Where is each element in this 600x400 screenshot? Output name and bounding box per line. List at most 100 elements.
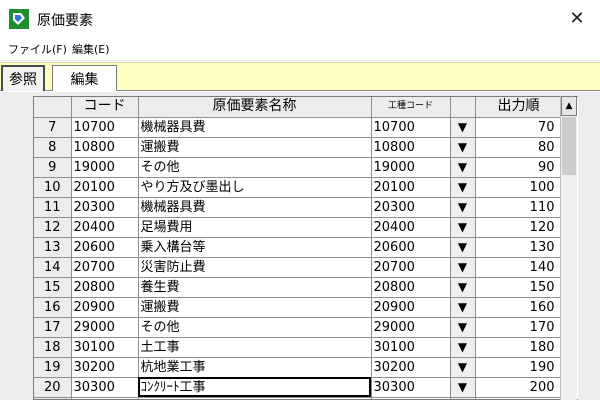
code-cell[interactable]: 30100 [71, 337, 139, 358]
dropdown-button[interactable]: ▼ [450, 257, 476, 278]
table-row[interactable]: 12 20400 足場費用 20400 ▼ 120 [34, 217, 563, 238]
output-order-cell[interactable]: 190 [475, 357, 563, 378]
dropdown-button[interactable]: ▼ [450, 177, 476, 198]
code-cell[interactable]: 20100 [71, 177, 139, 198]
menu-file[interactable]: ファイル(F) [8, 41, 67, 57]
dropdown-button[interactable]: ▼ [450, 277, 476, 298]
output-order-cell[interactable]: 80 [475, 137, 563, 158]
name-cell[interactable]: ｺﾝｸﾘｰﾄ工事 [138, 377, 372, 398]
engineering-code-cell[interactable]: 20900 [371, 297, 451, 318]
engineering-code-cell[interactable]: 10800 [371, 137, 451, 158]
engineering-code-cell[interactable]: 20400 [371, 217, 451, 238]
scroll-up-button[interactable]: ▲ [561, 96, 577, 116]
name-cell[interactable]: 乗入構台等 [138, 237, 372, 258]
output-order-cell[interactable]: 200 [475, 377, 563, 398]
name-cell[interactable]: 運搬費 [138, 137, 372, 158]
name-cell[interactable]: やり方及び墨出し [138, 177, 372, 198]
header-code[interactable]: コード [71, 97, 139, 118]
dropdown-button[interactable]: ▼ [450, 317, 476, 338]
dropdown-button[interactable]: ▼ [450, 377, 476, 398]
name-cell[interactable]: その他 [138, 157, 372, 178]
name-cell[interactable]: 機械器具費 [138, 197, 372, 218]
code-cell[interactable]: 20300 [71, 197, 139, 218]
engineering-code-cell[interactable]: 30300 [371, 377, 451, 398]
code-cell[interactable]: 20800 [71, 277, 139, 298]
output-order-cell[interactable]: 90 [475, 157, 563, 178]
row-number: 13 [34, 237, 72, 258]
scroll-thumb[interactable] [562, 117, 576, 175]
output-order-cell[interactable]: 180 [475, 337, 563, 358]
engineering-code-cell[interactable]: 20800 [371, 277, 451, 298]
code-cell[interactable]: 19000 [71, 157, 139, 178]
table-row[interactable]: 11 20300 機械器具費 20300 ▼ 110 [34, 197, 563, 218]
dropdown-button[interactable]: ▼ [450, 217, 476, 238]
table-row[interactable]: 13 20600 乗入構台等 20600 ▼ 130 [34, 237, 563, 258]
code-cell[interactable]: 30200 [71, 357, 139, 378]
table-row[interactable]: 7 10700 機械器具費 10700 ▼ 70 [34, 117, 563, 138]
engineering-code-cell[interactable]: 30100 [371, 337, 451, 358]
name-cell[interactable]: 足場費用 [138, 217, 372, 238]
name-cell[interactable]: 杭地業工事 [138, 357, 372, 378]
dropdown-button[interactable]: ▼ [450, 357, 476, 378]
table-row[interactable]: 20 30300 ｺﾝｸﾘｰﾄ工事 30300 ▼ 200 [34, 377, 563, 398]
table-row[interactable]: 10 20100 やり方及び墨出し 20100 ▼ 100 [34, 177, 563, 198]
engineering-code-cell[interactable]: 20100 [371, 177, 451, 198]
menu-edit[interactable]: 編集(E) [72, 41, 110, 57]
output-order-cell[interactable]: 160 [475, 297, 563, 318]
close-button[interactable]: ✕ [554, 0, 600, 37]
code-cell[interactable]: 20400 [71, 217, 139, 238]
tab-edit[interactable]: 編集 [52, 65, 117, 91]
dropdown-button[interactable]: ▼ [450, 197, 476, 218]
name-cell[interactable]: 運搬費 [138, 297, 372, 318]
vertical-scrollbar[interactable]: ▲ [560, 96, 577, 400]
engineering-code-cell[interactable]: 20700 [371, 257, 451, 278]
header-order[interactable]: 出力順 [475, 97, 563, 118]
dropdown-button[interactable]: ▼ [450, 117, 476, 138]
engineering-code-cell[interactable]: 30200 [371, 357, 451, 378]
dropdown-arrow-icon: ▼ [457, 239, 468, 254]
table-row[interactable]: 8 10800 運搬費 10800 ▼ 80 [34, 137, 563, 158]
code-cell[interactable]: 20600 [71, 237, 139, 258]
output-order-cell[interactable]: 100 [475, 177, 563, 198]
engineering-code-cell[interactable]: 10700 [371, 117, 451, 138]
output-order-cell[interactable]: 120 [475, 217, 563, 238]
name-cell[interactable]: 災害防止費 [138, 257, 372, 278]
table-row[interactable]: 15 20800 養生費 20800 ▼ 150 [34, 277, 563, 298]
table-row[interactable]: 16 20900 運搬費 20900 ▼ 160 [34, 297, 563, 318]
code-cell[interactable]: 10700 [71, 117, 139, 138]
code-cell[interactable]: 20900 [71, 297, 139, 318]
row-number: 14 [34, 257, 72, 278]
header-ecode[interactable]: 工種コード [371, 97, 451, 118]
engineering-code-cell[interactable]: 20600 [371, 237, 451, 258]
output-order-cell[interactable]: 130 [475, 237, 563, 258]
table-row[interactable]: 9 19000 その他 19000 ▼ 90 [34, 157, 563, 178]
name-cell[interactable]: その他 [138, 317, 372, 338]
code-cell[interactable]: 10800 [71, 137, 139, 158]
code-cell[interactable]: 29000 [71, 317, 139, 338]
header-name[interactable]: 原価要素名称 [138, 97, 372, 118]
engineering-code-cell[interactable]: 20300 [371, 197, 451, 218]
code-cell[interactable]: 20700 [71, 257, 139, 278]
output-order-cell[interactable]: 170 [475, 317, 563, 338]
dropdown-button[interactable]: ▼ [450, 137, 476, 158]
name-cell[interactable]: 養生費 [138, 277, 372, 298]
code-cell[interactable]: 30300 [71, 377, 139, 398]
engineering-code-cell[interactable]: 19000 [371, 157, 451, 178]
output-order-cell[interactable]: 110 [475, 197, 563, 218]
output-order-cell[interactable]: 70 [475, 117, 563, 138]
dropdown-button[interactable]: ▼ [450, 157, 476, 178]
tab-view[interactable]: 参照 [1, 65, 45, 91]
table-row[interactable]: 17 29000 その他 29000 ▼ 170 [34, 317, 563, 338]
cost-element-grid: コード 原価要素名称 工種コード 出力順 7 10700 機械器具費 10700 ▼ 70… [33, 96, 578, 400]
dropdown-button[interactable]: ▼ [450, 297, 476, 318]
name-cell[interactable]: 土工事 [138, 337, 372, 358]
name-cell[interactable]: 機械器具費 [138, 117, 372, 138]
table-row[interactable]: 19 30200 杭地業工事 30200 ▼ 190 [34, 357, 563, 378]
engineering-code-cell[interactable]: 29000 [371, 317, 451, 338]
output-order-cell[interactable]: 150 [475, 277, 563, 298]
dropdown-button[interactable]: ▼ [450, 237, 476, 258]
dropdown-button[interactable]: ▼ [450, 337, 476, 358]
table-row[interactable]: 14 20700 災害防止費 20700 ▼ 140 [34, 257, 563, 278]
table-row[interactable]: 18 30100 土工事 30100 ▼ 180 [34, 337, 563, 358]
output-order-cell[interactable]: 140 [475, 257, 563, 278]
